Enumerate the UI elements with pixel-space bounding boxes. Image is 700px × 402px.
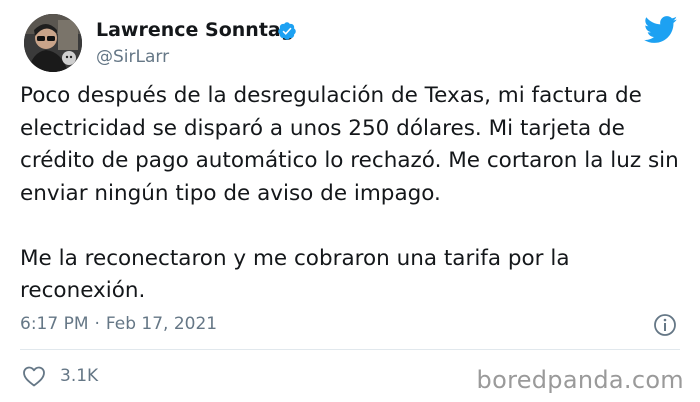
tweet-timestamp[interactable]: 6:17 PM · Feb 17, 2021 [20,312,217,336]
tweet-card: Lawrence Sonntag @SirLarr Poco después d… [0,0,700,402]
meta-separator: · [94,314,100,334]
verified-badge-icon [278,22,296,40]
tweet-paragraph: Me la reconectaron y me cobraron una tar… [20,245,577,304]
author-handle[interactable]: @SirLarr [96,46,169,68]
author-display-name[interactable]: Lawrence Sonntag [96,18,294,42]
tweet-date[interactable]: Feb 17, 2021 [106,314,217,334]
avatar[interactable] [24,14,82,72]
watermark: boredpanda.com [476,366,684,394]
tweet-text: Poco después de la desregulación de Texa… [20,80,692,308]
info-icon[interactable] [653,313,677,337]
like-count[interactable]: 3.1K [60,364,98,388]
tweet-time[interactable]: 6:17 PM [20,314,89,334]
twitter-bird-icon[interactable] [644,16,678,44]
divider [20,349,680,350]
heart-icon[interactable] [22,365,46,387]
tweet-paragraph: Poco después de la desregulación de Texa… [20,83,686,206]
